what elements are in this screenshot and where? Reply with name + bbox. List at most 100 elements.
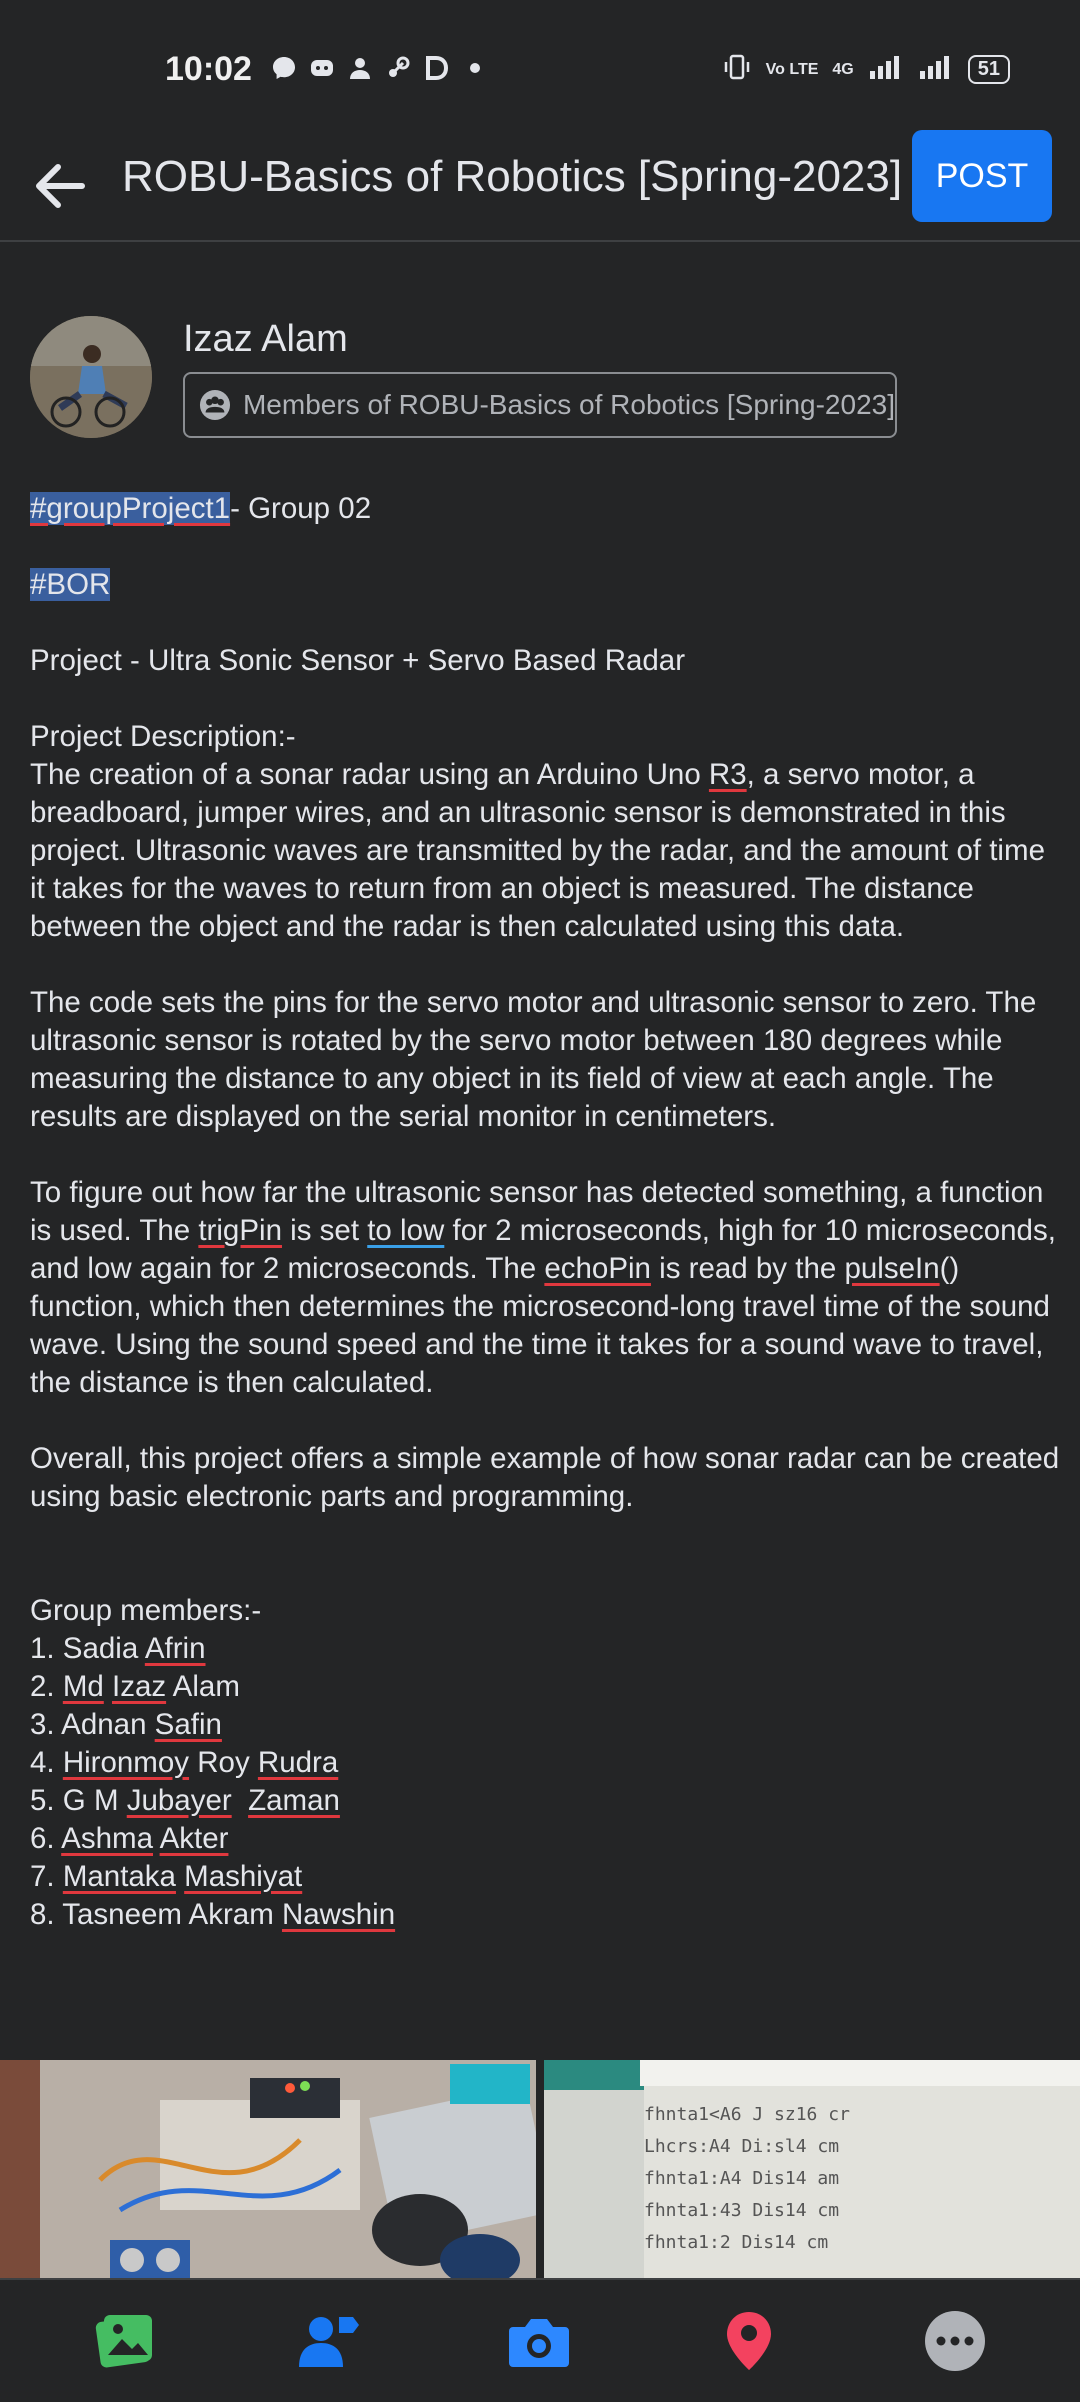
member-text: 3. Adnan [30,1708,155,1741]
hashtag-bor[interactable]: #BOR [30,568,111,601]
member-text [232,1784,248,1817]
location-pin-icon [727,2312,771,2370]
member-text [176,1860,184,1893]
member-text: 8. Tasneem Akram [30,1898,282,1931]
misspelled-word[interactable]: R3 [709,758,747,791]
misspelled-word[interactable]: trigPin [198,1214,282,1247]
person-icon [346,54,374,82]
steam-icon [384,54,412,82]
status-time: 10:02 [165,50,252,88]
tag-people-button[interactable] [296,2308,362,2374]
svg-text:fhnta1:43 Dis14 cm: fhnta1:43 Dis14 cm [644,2200,839,2221]
hashtag-line-2: #BOR [30,566,1060,604]
misspelled-word[interactable]: Zaman [248,1784,340,1817]
member-text: 5. G M [30,1784,127,1817]
attached-photo-2[interactable]: fhnta1<A6 J sz16 cr Lhcrs:A4 Di:sl4 cm f… [544,2060,1080,2278]
misspelled-word[interactable]: Izaz [112,1670,166,1703]
discord-icon [308,54,336,82]
member-4: 4. Hironmoy Roy Rudra [30,1744,1060,1782]
member-5: 5. G M Jubayer Zaman [30,1782,1060,1820]
member-2: 2. Md Izaz Alam [30,1668,1060,1706]
p3-text-d: is read by the [650,1252,845,1285]
post-button[interactable]: POST [912,130,1052,222]
misspelled-word[interactable]: Safin [155,1708,222,1741]
description-paragraph-2: The code sets the pins for the servo mot… [30,986,1037,1133]
description-paragraph-4: Overall, this project offers a simple ex… [30,1442,1060,1513]
description-paragraph-1: The creation of a sonar radar using an A… [30,756,1060,946]
attached-photo-1[interactable] [0,2060,536,2278]
audience-selector[interactable]: Members of ROBU-Basics of Robotics [Spri… [183,372,897,438]
misspelled-word[interactable]: Rudra [258,1746,338,1779]
misspelled-word[interactable]: Nawshin [282,1898,395,1931]
misspelled-word[interactable]: Afrin [145,1632,206,1665]
member-text: Alam [166,1670,240,1703]
misspelled-word[interactable]: Hironmoy [63,1746,189,1779]
svg-text:fhnta1:2 Dis14 cm: fhnta1:2 Dis14 cm [644,2232,828,2253]
svg-text:fhnta1<A6 J sz16 cr: fhnta1<A6 J sz16 cr [644,2104,850,2125]
group-icon [199,389,231,421]
member-text [153,1822,160,1855]
misspelled-word[interactable]: Mantaka [63,1860,176,1893]
member-text: 7. [30,1860,63,1893]
member-text: 1. Sadia [30,1632,145,1665]
group-label: - Group 02 [230,492,372,525]
member-text [104,1670,112,1703]
signal-icon [868,53,904,86]
description-heading: Project Description:- [30,720,296,753]
misspelled-word[interactable]: pulseIn [844,1252,939,1285]
d-app-icon [422,54,450,82]
author-name: Izaz Alam [183,318,348,360]
member-8: 8. Tasneem Akram Nawshin [30,1896,1060,1934]
serial-monitor-image: fhnta1<A6 J sz16 cr Lhcrs:A4 Di:sl4 cm f… [544,2060,1080,2278]
composer-header: ROBU-Basics of Robotics [Spring-2023] PO… [0,130,1080,242]
composer-toolbar [0,2278,1080,2402]
status-bar: 10:02 Vo LTE 4G 51 [0,0,1080,130]
p1-text-a: The creation of a sonar radar using an A… [30,758,709,791]
camera-icon [509,2319,569,2367]
battery-indicator: 51 [967,55,1010,84]
member-6: 6. Ashma Akter [30,1820,1060,1858]
misspelled-word[interactable]: Md [63,1670,104,1703]
arrow-left-icon [36,164,85,208]
member-3: 3. Adnan Safin [30,1706,1060,1744]
arduino-setup-image [0,2060,536,2278]
misspelled-word[interactable]: Ashma [61,1822,153,1855]
misspelled-word[interactable]: Jubayer [127,1784,232,1817]
camera-button[interactable] [506,2308,572,2374]
avatar[interactable] [30,316,152,438]
tag-people-icon [299,2317,359,2367]
more-icon [925,2311,985,2371]
member-text: 6. [30,1822,62,1855]
post-text-input[interactable]: #groupProject1- Group 02 #BOR Project - … [30,490,1060,1934]
member-7: 7. Mantaka Mashiyat [30,1858,1060,1896]
photo-button[interactable] [92,2308,158,2374]
hashtag-line-1: #groupProject1- Group 02 [30,490,1060,528]
project-title: Project - Ultra Sonic Sensor + Servo Bas… [30,644,686,677]
description-paragraph-3: To figure out how far the ultrasonic sen… [30,1174,1060,1402]
svg-text:fhnta1:A4 Dis14 am: fhnta1:A4 Dis14 am [644,2168,839,2189]
notification-icons [270,54,480,82]
messenger-icon [270,54,298,82]
misspelled-word[interactable]: Akter [160,1822,229,1855]
attached-photos: fhnta1<A6 J sz16 cr Lhcrs:A4 Di:sl4 cm f… [0,2060,1080,2278]
grammar-suggestion[interactable]: to low [367,1214,444,1247]
svg-text:Lhcrs:A4 Di:sl4 cm: Lhcrs:A4 Di:sl4 cm [644,2136,839,2157]
misspelled-word[interactable]: Mashiyat [184,1860,302,1893]
members-heading: Group members:- [30,1594,262,1627]
misspelled-word[interactable]: echoPin [544,1252,651,1285]
member-text: Roy [189,1746,258,1779]
member-text: 2. [30,1670,63,1703]
back-button[interactable] [30,156,90,216]
member-text: 4. [30,1746,63,1779]
location-button[interactable] [716,2308,782,2374]
system-icons: Vo LTE 4G 51 [722,52,1010,87]
network-type: 4G [832,60,854,78]
page-title: ROBU-Basics of Robotics [Spring-2023] [122,152,903,201]
more-options-button[interactable] [922,2308,988,2374]
vibrate-icon [722,52,752,87]
volte-indicator: Vo LTE [765,60,819,78]
member-1: 1. Sadia Afrin [30,1630,1060,1668]
hashtag-group-project[interactable]: #groupProject1 [30,492,231,525]
p3-text-b: is set [281,1214,368,1247]
more-notifications-dot [470,63,480,73]
